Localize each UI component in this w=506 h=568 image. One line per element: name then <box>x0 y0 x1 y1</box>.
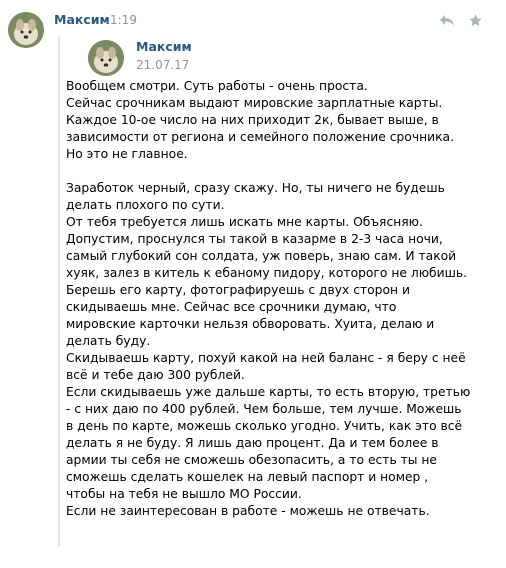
message-actions <box>438 11 484 29</box>
text-line: самый глубокий сон солдата, уж поверь, з… <box>66 249 457 263</box>
text-line: зависимости от региона и семейного полож… <box>66 130 454 144</box>
text-line: Заработок черный, сразу скажу. Но, ты ни… <box>66 181 445 195</box>
text-line: армии ты себя не сможешь обезопасить, а … <box>66 453 437 467</box>
text-line: Берешь его карту, фотографируешь с двух … <box>66 283 410 297</box>
text-line: Скидываешь карту, похуй какой на ней бал… <box>66 351 466 365</box>
text-line: делать буду. <box>66 334 151 348</box>
forwarded-date[interactable]: 21.07.17 <box>136 58 189 72</box>
text-line: мировские карточки нельзя обворовать. Ху… <box>66 317 435 331</box>
text-line: делать плохого по сути. <box>66 198 225 212</box>
forwarded-avatar[interactable] <box>88 40 124 76</box>
star-icon[interactable] <box>466 11 484 29</box>
text-line: От тебя требуется лишь искать мне карты.… <box>66 215 423 229</box>
message-time[interactable]: 1:19 <box>110 13 137 27</box>
text-line: Каждое 10-ое число на них приходит 2к, б… <box>66 113 439 127</box>
text-line: скидываешь мне. Сейчас все срочники дума… <box>66 300 397 314</box>
forwarded-text: Вообщем смотри. Суть работы - очень прос… <box>66 78 496 520</box>
text-line: сможешь сделать кошелек на левый паспорт… <box>66 470 429 484</box>
message: Максим 1:19 Максим 21.07.17 Вообщем смот… <box>0 0 506 568</box>
text-line: хуяк, залез в китель к ебаному пидору, к… <box>66 266 468 280</box>
forwarded-message: Максим 21.07.17 Вообщем смотри. Суть раб… <box>58 36 500 546</box>
text-line: Но это не главное. <box>66 147 188 161</box>
text-line: Вообщем смотри. Суть работы - очень прос… <box>66 79 368 93</box>
text-line: чтобы на тебя не вышло МО России. <box>66 487 302 501</box>
text-line: делать я не буду. Я лишь даю процент. Да… <box>66 436 439 450</box>
text-line: в день по карте, можешь сколько угодно. … <box>66 419 463 433</box>
forwarded-author[interactable]: Максим <box>136 39 192 54</box>
sender-name[interactable]: Максим <box>54 12 110 27</box>
text-line: Если не заинтересован в работе - можешь … <box>66 504 430 518</box>
text-line: Сейчас срочникам выдают мировские зарпла… <box>66 96 443 110</box>
text-line: Если скидываешь уже дальше карты, то ест… <box>66 385 471 399</box>
text-line: - с них даю по 400 рублей. Чем больше, т… <box>66 402 462 416</box>
reply-icon[interactable] <box>438 11 456 29</box>
sender-avatar[interactable] <box>8 12 44 48</box>
text-line: всё и тебе даю 300 рублей. <box>66 368 245 382</box>
text-line: Допустим, проснулся ты такой в казарме в… <box>66 232 443 246</box>
